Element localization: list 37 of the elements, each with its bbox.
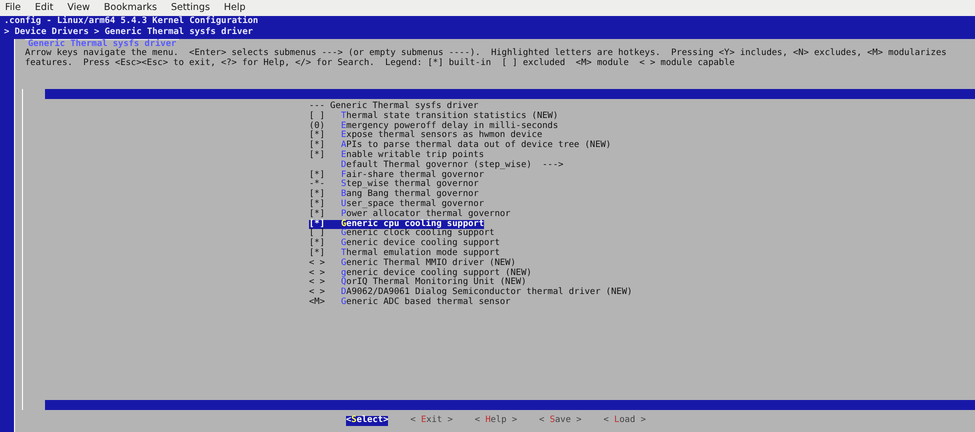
menu-entry[interactable]: < > generic device cooling support (NEW) — [309, 268, 532, 278]
dialog-button[interactable]: < Help > — [474, 416, 518, 426]
help-text: Arrow keys navigate the menu. <Enter> selects submenus ---> (or empty submenus ----). Highlighted letters are hotkeys. Pressing <Y> includes, <N> excludes, <M> modularizes — [24, 49, 948, 58]
dialog-button[interactable]: < Load > — [604, 416, 646, 426]
help-text: features. Press <Esc><Esc> to exit, <?> for Help, </> for Search. Legend: [*] built-in [ ] excluded <M> module < > module capable — [24, 59, 736, 69]
menu-entry[interactable]: [ ] Thermal state transition statistics (NEW) — [309, 112, 558, 122]
menu-entry[interactable]: [*] Fair-share thermal governor — [309, 170, 484, 180]
menu-entry[interactable]: [*] Generic device cooling support — [309, 239, 500, 249]
menu-item[interactable]: Bookmarks — [102, 3, 158, 13]
menu-item[interactable]: Edit — [34, 3, 54, 13]
menu-entry[interactable]: < > Generic Thermal MMIO driver (NEW) — [309, 258, 516, 269]
menu-entry[interactable]: [*] Thermal emulation mode support — [309, 248, 500, 259]
menu-entry[interactable]: [*] APIs to parse thermal data out of device tree (NEW) — [309, 141, 612, 151]
menu-entry[interactable]: (0) Emergency poweroff delay in milli-seconds — [309, 122, 558, 132]
breadcrumb: > Device Drivers > Generic Thermal sysfs driver — [3, 26, 254, 38]
menu-entry[interactable]: [*] Enable writable trip points — [309, 150, 484, 161]
menu-entry[interactable]: [*] Generic cpu cooling support — [309, 220, 484, 230]
dialog-button[interactable]: < Save > — [539, 416, 582, 426]
menu-item[interactable]: View — [66, 3, 91, 13]
config-title: .config - Linux/arm64 5.4.3 Kernel Configuration — [3, 16, 260, 26]
dialog-title: Generic Thermal sysfs driver — [25, 38, 180, 50]
menu-entry[interactable]: -*- Step_wise thermal governor — [309, 180, 479, 190]
menu-entry[interactable]: Default Thermal governor (step_wise) ---> — [309, 160, 564, 171]
menu-entry[interactable]: [*] Power allocator thermal governor — [309, 210, 510, 220]
dialog-button[interactable]: <Select> — [346, 416, 388, 426]
menu-entry[interactable]: [*] Expose thermal sensors as hwmon device — [309, 131, 542, 142]
menu-entry[interactable]: [*] User_space thermal governor — [309, 200, 484, 210]
menu-item[interactable]: Settings — [170, 3, 211, 13]
menu-item[interactable]: File — [4, 3, 22, 13]
menu-entry[interactable]: < > QorIQ Thermal Monitoring Unit (NEW) — [309, 278, 526, 288]
menu-entry[interactable]: [*] Bang Bang thermal governor — [309, 190, 479, 200]
dialog-button[interactable]: < Exit > — [410, 416, 453, 426]
menu-entry[interactable]: < > DA9062/DA9061 Dialog Semiconductor thermal driver (NEW) — [309, 288, 632, 298]
menu-item[interactable]: Help — [222, 3, 247, 13]
menu-entry[interactable]: <M> Generic ADC based thermal sensor — [309, 298, 510, 308]
menu-entry[interactable]: --- Generic Thermal sysfs driver — [309, 102, 478, 112]
menu-entry[interactable]: [ ] Generic clock cooling support — [309, 229, 495, 240]
